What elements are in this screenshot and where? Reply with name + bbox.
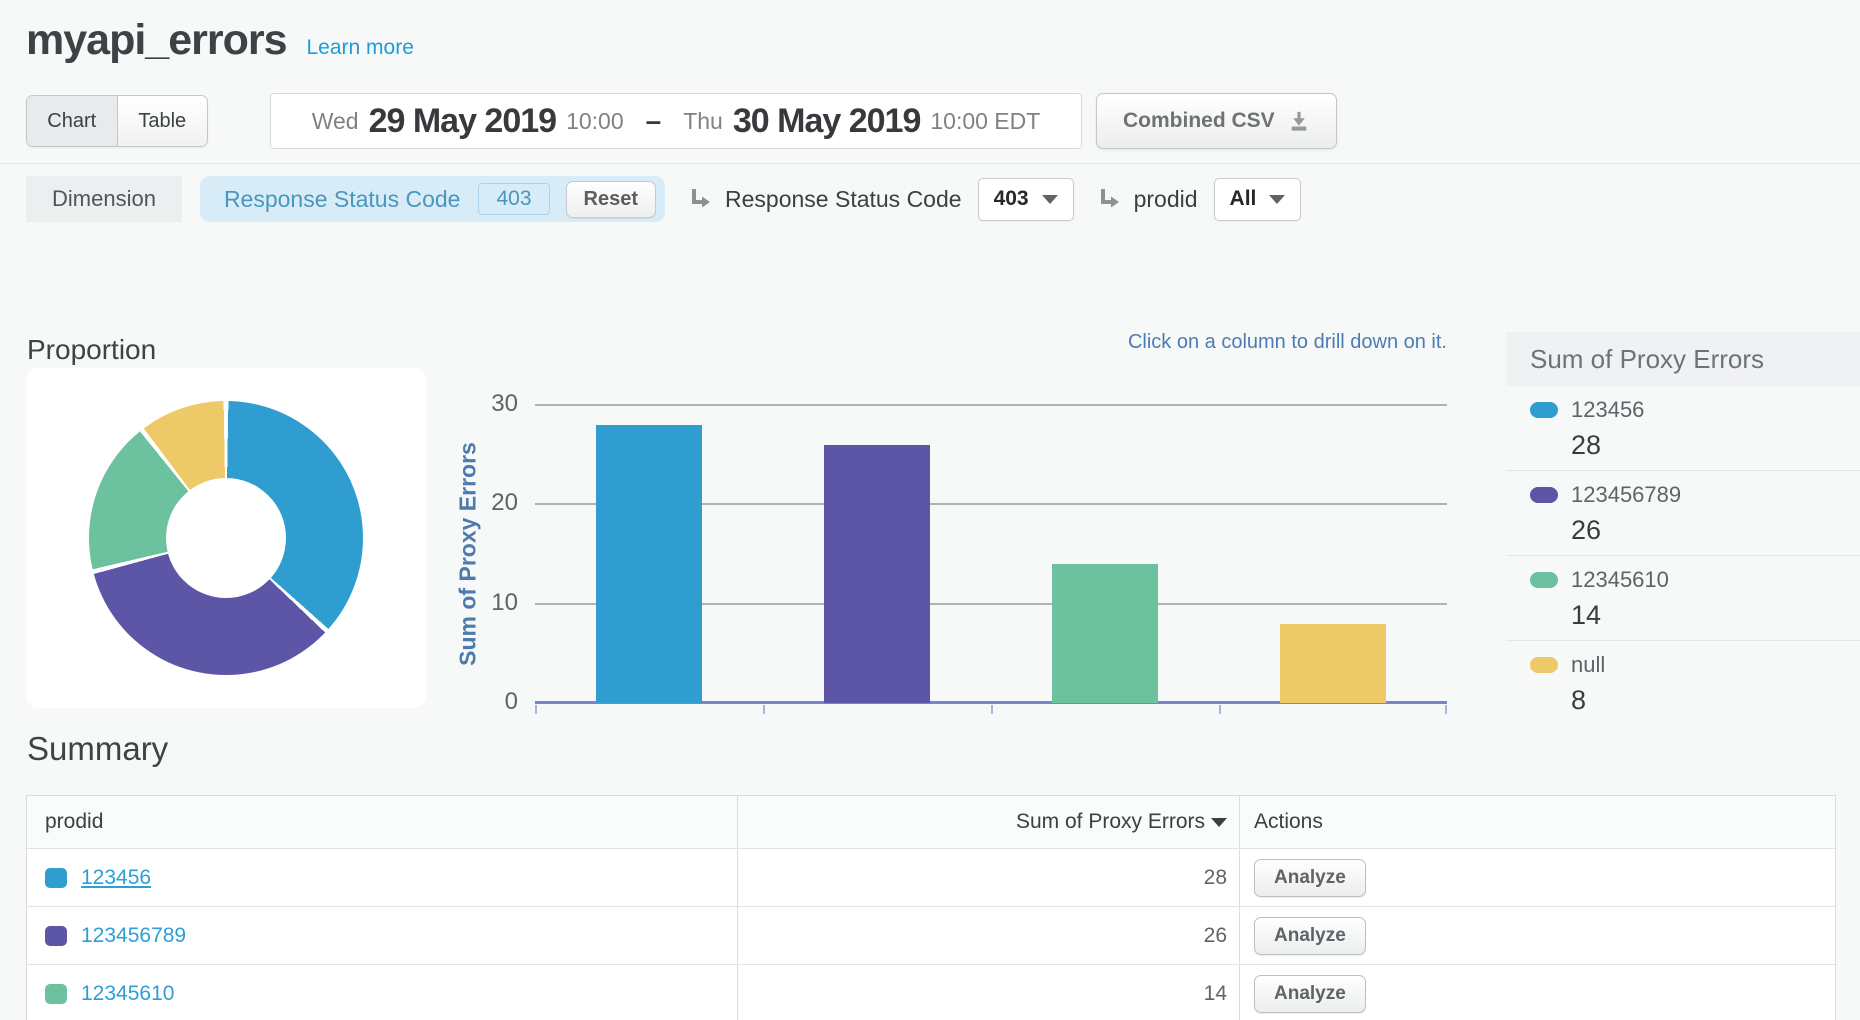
y-tick-label: 10 xyxy=(430,589,518,617)
start-time: 10:00 xyxy=(566,108,624,135)
tab-table[interactable]: Table xyxy=(117,96,208,146)
table-row: 123456 28 Analyze xyxy=(27,848,1835,906)
legend-panel: Sum of Proxy Errors 12345628123456789261… xyxy=(1506,332,1860,725)
date-separator: – xyxy=(646,105,662,137)
drilldown-2-value: All xyxy=(1230,187,1257,211)
legend-swatch xyxy=(1530,657,1558,673)
y-axis-tick-labels: 0102030 xyxy=(430,405,518,703)
chevron-down-icon xyxy=(1269,195,1285,204)
legend-label: 123456 xyxy=(1571,397,1644,423)
legend-item: null 8 xyxy=(1506,641,1860,725)
col-header-sum[interactable]: Sum of Proxy Errors xyxy=(737,796,1239,848)
view-toggle: Chart Table xyxy=(26,95,208,147)
legend-value: 14 xyxy=(1571,600,1860,631)
row-swatch xyxy=(45,868,67,888)
drilldown-1-label: Response Status Code xyxy=(725,186,962,213)
legend-swatch xyxy=(1530,572,1558,588)
row-swatch xyxy=(45,926,67,946)
table-header-row: prodid Sum of Proxy Errors Actions xyxy=(27,796,1835,848)
page-title: myapi_errors xyxy=(26,16,287,65)
table-body: 12345628Analyze12345678926Analyze1234561… xyxy=(27,848,1835,1020)
legend-value: 8 xyxy=(1571,685,1860,716)
donut-chart[interactable] xyxy=(89,401,363,675)
combined-csv-label: Combined CSV xyxy=(1123,109,1275,133)
x-axis-tick xyxy=(991,705,993,714)
end-date: 30 May 2019 xyxy=(733,102,921,141)
divider xyxy=(0,163,1860,164)
x-axis-tick xyxy=(763,705,765,714)
legend-item: 123456789 26 xyxy=(1506,471,1860,556)
proportion-title: Proportion xyxy=(27,334,156,366)
sum-value: 26 xyxy=(1204,924,1227,948)
legend-value: 26 xyxy=(1571,515,1860,546)
drilldown-1-select[interactable]: 403 xyxy=(978,178,1074,221)
legend-label: 12345610 xyxy=(1571,567,1669,593)
bar-column-123456[interactable] xyxy=(596,425,702,703)
x-axis-tick xyxy=(1219,705,1221,714)
tab-chart[interactable]: Chart xyxy=(27,96,117,146)
active-filter-name: Response Status Code xyxy=(224,186,461,213)
row-swatch xyxy=(45,984,67,1004)
drilldown-2-select[interactable]: All xyxy=(1214,178,1302,221)
end-day: Thu xyxy=(683,108,723,135)
learn-more-link[interactable]: Learn more xyxy=(307,36,414,60)
reset-button[interactable]: Reset xyxy=(566,181,656,218)
start-day: Wed xyxy=(312,108,359,135)
legend-items: 123456 28 123456789 26 12345610 14 null 8 xyxy=(1506,386,1860,725)
table-row: 123456789 26 Analyze xyxy=(27,906,1835,964)
y-tick-label: 20 xyxy=(430,489,518,517)
bar-column-123456789[interactable] xyxy=(824,445,930,703)
col-header-prodid: prodid xyxy=(27,796,737,848)
analyze-button[interactable]: Analyze xyxy=(1254,859,1366,897)
analyze-button[interactable]: Analyze xyxy=(1254,917,1366,955)
drilldown-arrow-icon xyxy=(1096,186,1122,212)
filter-bar: Dimension Response Status Code 403 Reset… xyxy=(26,176,1301,222)
donut-hole xyxy=(166,478,286,598)
bar-column-12345610[interactable] xyxy=(1052,564,1158,703)
download-icon xyxy=(1288,110,1310,132)
prodid-link[interactable]: 123456 xyxy=(81,866,151,890)
summary-title: Summary xyxy=(27,730,168,768)
sum-value: 28 xyxy=(1204,866,1227,890)
y-tick-label: 30 xyxy=(430,390,518,418)
chevron-down-icon xyxy=(1042,195,1058,204)
prodid-link[interactable]: 123456789 xyxy=(81,924,186,948)
drilldown-2-label: prodid xyxy=(1134,186,1198,213)
bar-chart xyxy=(535,405,1447,703)
active-filter: Response Status Code 403 Reset xyxy=(200,176,665,222)
dimension-label: Dimension xyxy=(26,176,182,222)
col-header-sum-label: Sum of Proxy Errors xyxy=(1016,810,1205,834)
y-tick-label: 0 xyxy=(430,688,518,716)
drilldown-1-value: 403 xyxy=(994,187,1029,211)
legend-item: 12345610 14 xyxy=(1506,556,1860,641)
sort-desc-icon xyxy=(1211,818,1227,827)
bar-column-null[interactable] xyxy=(1280,624,1386,703)
header: myapi_errors Learn more xyxy=(26,16,414,65)
proportion-card xyxy=(26,368,426,708)
active-filter-value: 403 xyxy=(478,183,549,215)
drilldown-arrow-icon xyxy=(687,186,713,212)
drilldown-hint: Click on a column to drill down on it. xyxy=(535,331,1447,354)
table-row: 12345610 14 Analyze xyxy=(27,964,1835,1020)
legend-label: null xyxy=(1571,652,1605,678)
analyze-button[interactable]: Analyze xyxy=(1254,975,1366,1013)
prodid-link[interactable]: 12345610 xyxy=(81,982,174,1006)
summary-table: prodid Sum of Proxy Errors Actions 12345… xyxy=(26,795,1836,1020)
legend-label: 123456789 xyxy=(1571,482,1681,508)
legend-item: 123456 28 xyxy=(1506,386,1860,471)
legend-value: 28 xyxy=(1571,430,1860,461)
x-axis-tick xyxy=(535,705,537,714)
gridline xyxy=(535,404,1447,406)
end-time: 10:00 EDT xyxy=(930,108,1040,135)
col-header-actions: Actions xyxy=(1239,796,1835,848)
report-page: myapi_errors Learn more Chart Table Wed … xyxy=(0,0,1860,1020)
date-range-picker[interactable]: Wed 29 May 2019 10:00 – Thu 30 May 2019 … xyxy=(270,93,1082,149)
legend-title: Sum of Proxy Errors xyxy=(1506,332,1860,386)
x-axis-tick xyxy=(1445,705,1447,714)
legend-swatch xyxy=(1530,402,1558,418)
start-date: 29 May 2019 xyxy=(369,102,557,141)
combined-csv-button[interactable]: Combined CSV xyxy=(1096,93,1337,149)
sum-value: 14 xyxy=(1204,982,1227,1006)
legend-swatch xyxy=(1530,487,1558,503)
